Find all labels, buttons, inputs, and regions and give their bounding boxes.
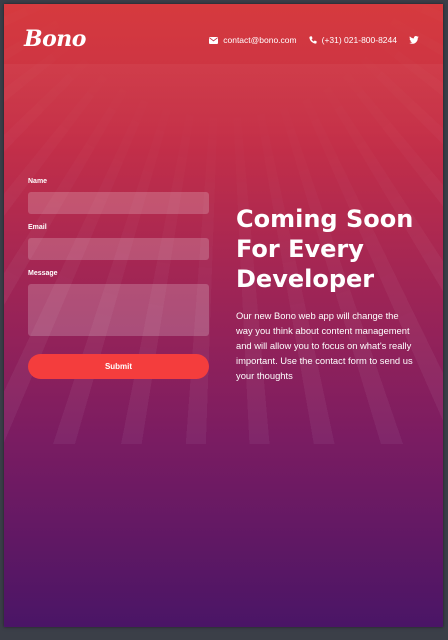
phone-contact[interactable]: (+31) 021-800-8244 <box>309 35 397 45</box>
headline-line-2: For Every <box>236 235 364 263</box>
message-textarea[interactable] <box>28 284 209 336</box>
headline-line-3: Developer <box>236 265 375 293</box>
name-label: Name <box>28 178 48 185</box>
landing-page: Bono contact@bono.com (+31) 021-800-8244… <box>4 4 443 627</box>
email-input[interactable] <box>28 238 209 260</box>
message-label: Message <box>28 270 58 277</box>
hero-description: Our new Bono web app will change the way… <box>236 310 413 381</box>
submit-button[interactable]: Submit <box>28 354 209 379</box>
name-input[interactable] <box>28 192 209 214</box>
headline-line-1: Coming Soon <box>236 205 414 233</box>
email-address[interactable]: contact@bono.com <box>223 35 296 45</box>
contact-form: Name Email Message Submit <box>28 178 209 379</box>
background-haze <box>4 64 443 154</box>
bono-logo[interactable]: Bono <box>24 26 86 52</box>
hero-headline: Coming Soon For Every Developer <box>236 204 426 294</box>
email-label: Email <box>28 224 47 231</box>
phone-icon <box>309 36 317 44</box>
envelope-icon <box>209 36 219 44</box>
twitter-icon[interactable] <box>409 36 419 44</box>
email-contact[interactable]: contact@bono.com <box>209 35 297 45</box>
phone-number[interactable]: (+31) 021-800-8244 <box>322 35 397 45</box>
contact-bar: contact@bono.com (+31) 021-800-8244 <box>209 35 419 45</box>
